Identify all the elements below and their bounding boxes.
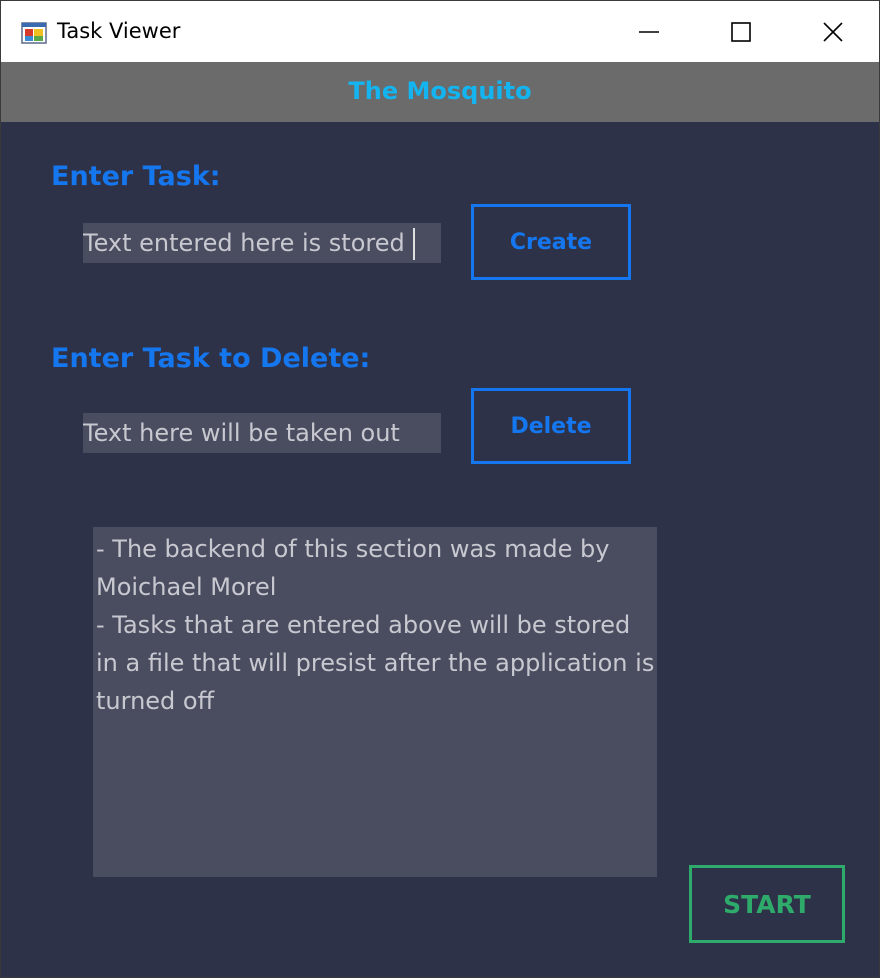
delete-task-input[interactable]: Text here will be taken out [83, 413, 441, 453]
delete-button[interactable]: Delete [471, 388, 631, 464]
enter-task-label: Enter Task: [51, 161, 221, 192]
start-button[interactable]: START [689, 865, 845, 943]
window-title: Task Viewer [57, 19, 181, 43]
task-viewer-window: Task Viewer The Mosquito Enter Task: Tex… [0, 0, 880, 978]
minimize-icon [639, 30, 659, 33]
delete-task-input-value: Text here will be taken out [83, 419, 400, 447]
info-textbox[interactable]: - The backend of this section was made b… [93, 527, 657, 877]
create-button[interactable]: Create [471, 204, 631, 280]
app-header-title: The Mosquito [348, 77, 532, 105]
maximize-button[interactable] [695, 1, 787, 62]
info-line: Moichael Morel [96, 573, 277, 601]
maximize-icon [731, 21, 751, 42]
info-line: - Tasks that are entered above will be s… [96, 611, 631, 639]
delete-task-label: Enter Task to Delete: [51, 343, 371, 374]
text-caret [412, 228, 415, 260]
task-input[interactable]: Text entered here is stored [83, 223, 441, 263]
close-button[interactable] [787, 1, 879, 62]
title-bar[interactable]: Task Viewer [1, 1, 879, 62]
info-line: turned off [96, 687, 215, 715]
close-icon [823, 21, 843, 42]
app-window-icon [21, 22, 47, 44]
minimize-button[interactable] [603, 1, 695, 62]
task-input-value: Text entered here is stored [83, 229, 405, 257]
info-line: - The backend of this section was made b… [96, 535, 610, 563]
header-band: The Mosquito [1, 62, 879, 122]
info-line: in a file that will presist after the ap… [96, 649, 655, 677]
